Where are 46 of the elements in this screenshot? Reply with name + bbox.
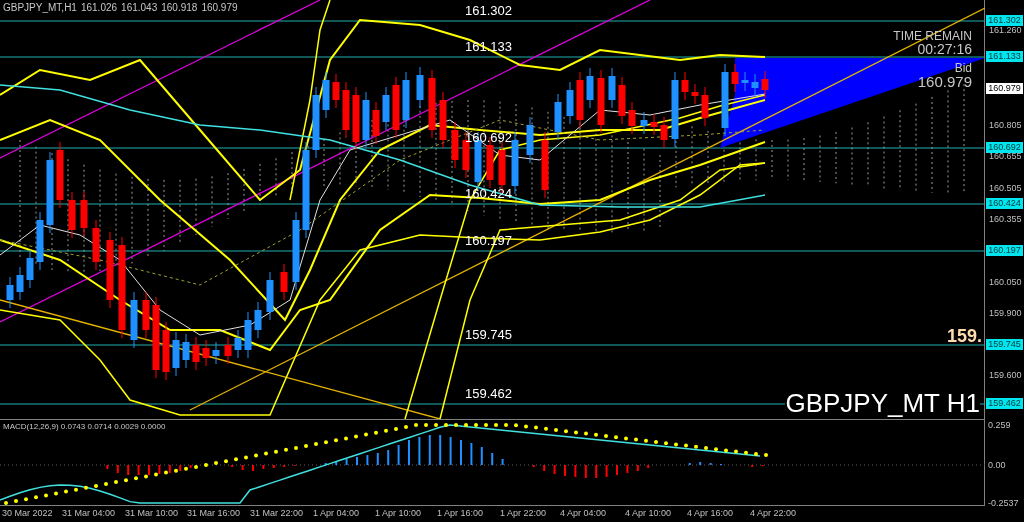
macd-tick: 0.259 — [988, 421, 1011, 430]
macd-label: MACD(12,26,9) 0.0743 0.0714 0.0029 0.0000 — [3, 423, 166, 431]
ohlc-value: 161.026 — [80, 3, 118, 13]
time-label: 31 Mar 16:00 — [187, 509, 241, 518]
price-tick: 160.505 — [989, 184, 1022, 193]
level-label: 161.302 — [465, 4, 512, 17]
time-label: 31 Mar 04:00 — [62, 509, 116, 518]
price-tag: 160.979 — [986, 83, 1023, 94]
time-label: 4 Apr 04:00 — [560, 509, 607, 518]
price-tag: 160.197 — [986, 245, 1023, 256]
price-tag: 161.302 — [986, 15, 1023, 26]
macd-tick: -0.2537 — [988, 499, 1019, 508]
level-label: 159.745 — [465, 328, 512, 341]
time-label: 1 Apr 16:00 — [437, 509, 484, 518]
price-tag: 161.133 — [986, 51, 1023, 62]
price-tick: 160.355 — [989, 215, 1022, 224]
price-tick: 159.900 — [989, 309, 1022, 318]
time-label: 31 Mar 10:00 — [125, 509, 179, 518]
time-label: 4 Apr 16:00 — [687, 509, 734, 518]
bid-value: 160.979 — [917, 74, 972, 89]
macd-tick: 0.00 — [988, 461, 1006, 470]
ohlc-value: 161.043 — [121, 3, 158, 13]
time-label: 1 Apr 22:00 — [500, 509, 547, 518]
time-label: 1 Apr 10:00 — [375, 509, 422, 518]
time-label: 4 Apr 22:00 — [750, 509, 797, 518]
timer-value: 00:27:16 — [917, 42, 972, 56]
chart-symbol: GBPJPY_MT,H1 — [3, 3, 77, 13]
ohlc-value: 160.918 — [161, 3, 198, 13]
timer-label: TIME REMAIN — [893, 30, 972, 42]
price-tag: 159.745 — [986, 339, 1023, 350]
ohlc-value: 160.979 — [201, 3, 238, 13]
bid-label: Bid — [954, 62, 972, 74]
level-label: 159.462 — [465, 387, 512, 400]
price-tag: 160.692 — [986, 142, 1023, 153]
price-tick: 161.260 — [989, 26, 1022, 35]
time-label: 4 Apr 10:00 — [625, 509, 672, 518]
price-tick: 160.655 — [989, 152, 1022, 161]
price-tick: 160.050 — [989, 278, 1022, 287]
time-label: 1 Apr 04:00 — [313, 509, 360, 518]
price-tick: 159.600 — [989, 371, 1022, 380]
time-label: 31 Mar 22:00 — [250, 509, 304, 518]
time-label: 30 Mar 2022 — [2, 509, 53, 518]
price-tag: 159.462 — [986, 398, 1023, 409]
price-mark: 159. — [946, 327, 982, 345]
price-tick: 160.805 — [989, 121, 1022, 130]
price-tag: 160.424 — [986, 198, 1023, 209]
